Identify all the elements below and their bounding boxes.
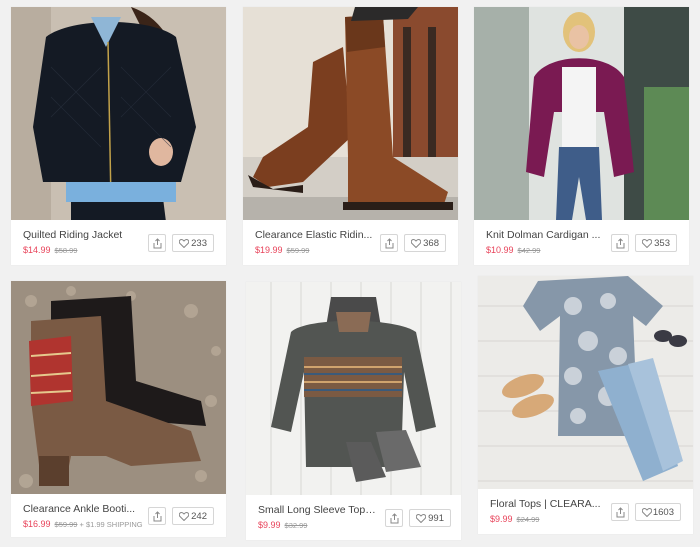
- like-button[interactable]: 233: [172, 234, 214, 252]
- heart-icon: [179, 512, 189, 521]
- share-button[interactable]: [385, 509, 403, 527]
- heart-icon: [642, 508, 652, 517]
- original-price: $59.99: [286, 246, 310, 255]
- share-button[interactable]: [611, 234, 629, 252]
- share-icon: [616, 507, 625, 518]
- like-count: 233: [191, 238, 207, 249]
- product-info: Knit Dolman Cardigan ... $10.99 $42.99 35…: [474, 220, 689, 265]
- product-title[interactable]: Quilted Riding Jacket: [23, 229, 143, 241]
- sale-price: $19.99: [255, 245, 283, 255]
- like-count: 1603: [652, 507, 674, 518]
- product-prices: $9.99 $24.99: [490, 514, 539, 524]
- product-prices: $9.99 $32.99: [258, 520, 307, 530]
- heart-icon: [642, 239, 652, 248]
- share-icon: [616, 238, 625, 249]
- shipping-note: + $1.99 SHIPPING: [79, 520, 143, 529]
- product-card[interactable]: Knit Dolman Cardigan ... $10.99 $42.99 35…: [474, 7, 689, 265]
- product-image[interactable]: [11, 281, 226, 494]
- product-image[interactable]: [478, 276, 693, 489]
- product-title[interactable]: Knit Dolman Cardigan ...: [486, 229, 606, 241]
- sale-price: $10.99: [486, 245, 514, 255]
- share-button[interactable]: [148, 507, 166, 525]
- product-image[interactable]: [243, 7, 458, 220]
- product-card[interactable]: Clearance Ankle Booti... $16.99 $59.99 + $…: [11, 281, 226, 537]
- original-price: $58.99: [54, 246, 78, 255]
- product-info: Clearance Elastic Ridin... $19.99 $59.99 …: [243, 220, 458, 265]
- share-button[interactable]: [148, 234, 166, 252]
- share-icon: [153, 511, 162, 522]
- like-button[interactable]: 1603: [635, 503, 681, 521]
- sale-price: $14.99: [23, 245, 51, 255]
- original-price: $32.99: [284, 521, 308, 530]
- sale-price: $9.99: [490, 514, 513, 524]
- share-icon: [385, 238, 394, 249]
- product-prices: $14.99 $58.99: [23, 245, 77, 255]
- like-button[interactable]: 242: [172, 507, 214, 525]
- product-image[interactable]: [474, 7, 689, 220]
- product-image[interactable]: [11, 7, 226, 220]
- like-button[interactable]: 353: [635, 234, 677, 252]
- like-count: 242: [191, 511, 207, 522]
- product-info: Floral Tops | CLEARA... $9.99 $24.99 1603: [478, 489, 693, 534]
- product-image[interactable]: [246, 282, 461, 495]
- sale-price: $9.99: [258, 520, 281, 530]
- product-card[interactable]: Floral Tops | CLEARA... $9.99 $24.99 1603: [478, 276, 693, 534]
- heart-icon: [179, 239, 189, 248]
- product-card[interactable]: Quilted Riding Jacket $14.99 $58.99 233: [11, 7, 226, 265]
- product-title[interactable]: Clearance Ankle Booti...: [23, 503, 143, 515]
- like-count: 991: [428, 513, 444, 524]
- like-count: 353: [654, 238, 670, 249]
- like-button[interactable]: 991: [409, 509, 451, 527]
- share-icon: [153, 238, 162, 249]
- sale-price: $16.99: [23, 519, 51, 529]
- product-prices: $10.99 $42.99: [486, 245, 540, 255]
- like-button[interactable]: 368: [404, 234, 446, 252]
- product-prices: $16.99 $59.99 + $1.99 SHIPPING: [23, 519, 143, 529]
- product-card[interactable]: Small Long Sleeve Tops... $9.99 $32.99 99…: [246, 282, 461, 540]
- share-icon: [390, 513, 399, 524]
- like-count: 368: [423, 238, 439, 249]
- share-button[interactable]: [380, 234, 398, 252]
- original-price: $42.99: [517, 246, 541, 255]
- product-info: Small Long Sleeve Tops... $9.99 $32.99 99…: [246, 495, 461, 540]
- share-button[interactable]: [611, 503, 629, 521]
- product-info: Quilted Riding Jacket $14.99 $58.99 233: [11, 220, 226, 265]
- product-card[interactable]: Clearance Elastic Ridin... $19.99 $59.99 …: [243, 7, 458, 265]
- product-info: Clearance Ankle Booti... $16.99 $59.99 + $…: [11, 494, 226, 537]
- original-price: $24.99: [516, 515, 540, 524]
- original-price: $59.99: [54, 520, 78, 529]
- heart-icon: [416, 514, 426, 523]
- product-title[interactable]: Floral Tops | CLEARA...: [490, 498, 610, 510]
- product-title[interactable]: Clearance Elastic Ridin...: [255, 229, 375, 241]
- product-prices: $19.99 $59.99: [255, 245, 309, 255]
- product-title[interactable]: Small Long Sleeve Tops...: [258, 504, 378, 516]
- heart-icon: [411, 239, 421, 248]
